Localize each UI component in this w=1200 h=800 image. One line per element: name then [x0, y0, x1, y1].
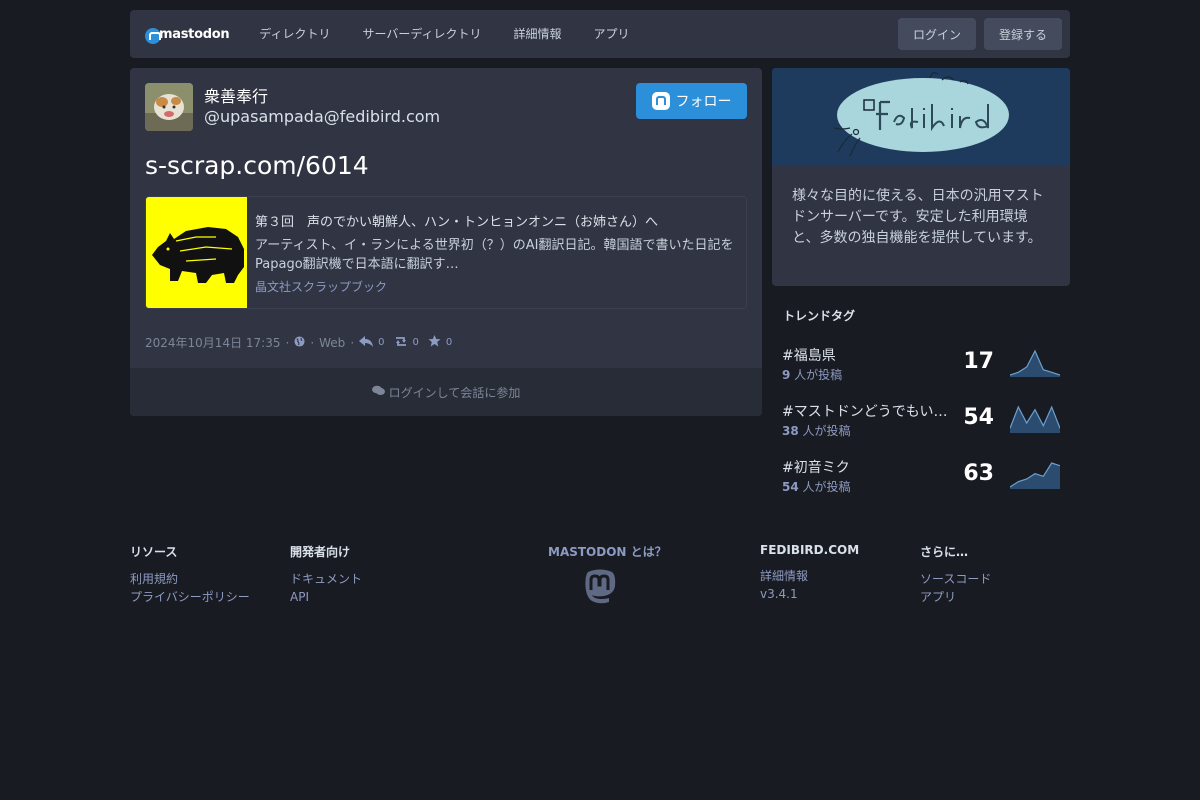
mastodon-logo-icon	[145, 28, 161, 44]
author-display-name[interactable]: 衆善奉行	[204, 83, 268, 107]
trend-count: 63	[963, 461, 994, 486]
sparkline-area	[1010, 463, 1060, 489]
trend-item[interactable]: #福島県 9 人が投稿 17	[782, 343, 1070, 387]
trend-item[interactable]: #初音ミク 54 人が投稿 63	[782, 455, 1070, 499]
footer-heading: FEDIBIRD.COM	[760, 543, 860, 557]
login-to-join-link[interactable]: ログインして会話に参加	[130, 368, 762, 416]
footer-link-about[interactable]: 詳細情報	[760, 567, 859, 585]
trending-tags-heading: トレンドタグ	[783, 309, 856, 323]
reply-count: 0	[378, 337, 385, 348]
card-body: 第３回 声のでかい朝鮮人、ハン・トンヒョンオンニ（お姉さん）へ アーティスト、イ…	[255, 211, 736, 295]
footer-link-api[interactable]: API	[290, 588, 362, 606]
mastodon-icon	[651, 92, 670, 110]
status-application[interactable]: Web	[319, 336, 345, 350]
main-nav: ディレクトリ サーバーディレクトリ 詳細情報 アプリ	[243, 10, 645, 58]
mastodon-logo[interactable]: mastodon	[145, 10, 230, 58]
nav-apps[interactable]: アプリ	[578, 10, 646, 58]
server-hero-image	[772, 68, 1070, 166]
footer-version[interactable]: v3.4.1	[760, 585, 859, 603]
favourite-count: 0	[445, 337, 453, 348]
trend-people: 9 人が投稿	[782, 368, 843, 382]
nav-directory[interactable]: ディレクトリ	[243, 10, 346, 58]
server-info-card: 様々な目的に使える、日本の汎用マストドンサーバーです。安定した利用環境と、多数の…	[772, 68, 1070, 286]
avatar-image	[145, 83, 193, 131]
footer-server: FEDIBIRD.COM 詳細情報 v3.4.1	[760, 543, 859, 603]
footer-heading: 開発者向け	[290, 545, 351, 559]
footer-link-privacy[interactable]: プライバシーポリシー	[130, 588, 250, 606]
boost-icon[interactable]	[394, 336, 408, 350]
trend-tag-name[interactable]: #福島県	[782, 345, 958, 365]
trend-item[interactable]: #マストドンどうでもいい… 38 人が投稿 54	[782, 399, 1070, 443]
trend-tag-name[interactable]: #マストドンどうでもいい…	[782, 401, 958, 421]
meta-separator: ·	[310, 335, 315, 350]
avatar[interactable]	[145, 83, 193, 131]
auth-buttons: ログイン 登録する	[897, 18, 1062, 50]
status-datetime[interactable]: 2024年10月14日 17:35	[145, 334, 280, 351]
rhino-illustration-icon	[146, 197, 247, 308]
nav-about[interactable]: 詳細情報	[498, 10, 578, 58]
trend-tag-name[interactable]: #初音ミク	[782, 457, 958, 477]
follow-label: フォロー	[675, 94, 732, 110]
trend-people: 38 人が投稿	[782, 424, 851, 438]
status-content[interactable]: s-scrap.com/6014	[145, 151, 369, 180]
card-description: アーティスト、イ・ランによる世界初（？）のAI翻訳日記。韓国語で書いた日記をPa…	[255, 238, 734, 272]
mastodon-footer-icon[interactable]	[582, 568, 618, 604]
meta-separator: ·	[285, 335, 290, 350]
trend-count: 17	[963, 349, 994, 374]
footer-developers: 開発者向け ドキュメント API	[290, 543, 362, 606]
footer-link-apps[interactable]: アプリ	[920, 588, 991, 606]
fedibird-logo-icon	[772, 68, 1070, 166]
author-account[interactable]: @upasampada@fedibird.com	[204, 107, 440, 126]
logo-text: mastodon	[159, 26, 230, 42]
top-bar: mastodon ディレクトリ サーバーディレクトリ 詳細情報 アプリ ログイン…	[130, 10, 1070, 58]
trend-people: 54 人が投稿	[782, 480, 851, 494]
footer-link-docs[interactable]: ドキュメント	[290, 570, 362, 588]
footer-resources: リソース 利用規約 プライバシーポリシー	[130, 543, 250, 606]
trend-sparkline	[1010, 462, 1060, 489]
card-thumbnail	[146, 197, 247, 308]
register-button[interactable]: 登録する	[983, 18, 1062, 50]
trend-sparkline	[1010, 405, 1060, 433]
login-button[interactable]: ログイン	[897, 18, 976, 50]
link-preview-card[interactable]: 第３回 声のでかい朝鮮人、ハン・トンヒョンオンニ（お姉さん）へ アーティスト、イ…	[145, 196, 747, 309]
status-card: 衆善奉行 @upasampada@fedibird.com フォロー s-scr…	[130, 68, 762, 416]
boost-count: 0	[412, 337, 419, 348]
nav-server-directory[interactable]: サーバーディレクトリ	[346, 10, 497, 58]
footer-more: さらに… ソースコード アプリ	[920, 543, 991, 606]
card-provider: 晶文社スクラップブック	[255, 280, 388, 294]
footer-link-terms[interactable]: 利用規約	[130, 570, 250, 588]
star-icon[interactable]	[428, 335, 441, 350]
globe-icon	[294, 335, 305, 350]
card-title: 第３回 声のでかい朝鮮人、ハン・トンヒョンオンニ（お姉さん）へ	[255, 215, 659, 230]
status-meta: 2024年10月14日 17:35 · · Web · 0 0 0	[145, 334, 456, 351]
meta-separator: ·	[350, 335, 355, 350]
server-description: 様々な目的に使える、日本の汎用マストドンサーバーです。安定した利用環境と、多数の…	[792, 188, 1044, 246]
footer-heading: リソース	[130, 545, 178, 559]
reply-icon[interactable]	[359, 335, 374, 350]
login-prompt-text: ログインして会話に参加	[388, 385, 521, 400]
follow-button[interactable]: フォロー	[636, 83, 747, 119]
comments-icon	[371, 385, 385, 399]
footer-what-is-mastodon[interactable]: MASTODON とは？	[548, 543, 667, 560]
footer-heading: さらに…	[920, 545, 969, 559]
trend-count: 54	[963, 405, 994, 430]
footer-link-source[interactable]: ソースコード	[920, 570, 991, 588]
trend-sparkline	[1010, 349, 1060, 377]
